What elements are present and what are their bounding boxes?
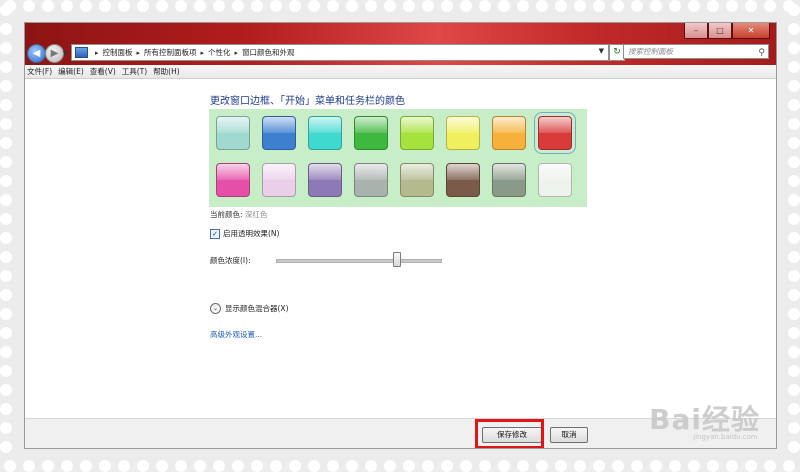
color-palette bbox=[209, 109, 587, 207]
current-color-value: 深红色 bbox=[244, 210, 268, 219]
breadcrumb-item[interactable]: 个性化 bbox=[208, 47, 231, 58]
color-swatch[interactable] bbox=[354, 163, 388, 197]
baidu-watermark: Bai经验 jingyan.baidu.com bbox=[649, 398, 760, 441]
minimize-button[interactable]: – bbox=[684, 23, 708, 39]
recent-pages-chevron-icon[interactable]: ▼ bbox=[63, 50, 68, 57]
intensity-slider-track[interactable] bbox=[276, 259, 442, 263]
color-swatch[interactable] bbox=[400, 116, 434, 150]
color-swatch[interactable] bbox=[538, 163, 572, 197]
breadcrumb-separator-icon: ▸ bbox=[234, 48, 239, 57]
color-intensity-row: 颜色浓度(I): bbox=[210, 252, 470, 268]
menu-edit[interactable]: 编辑(E) bbox=[56, 65, 88, 78]
menu-file[interactable]: 文件(F) bbox=[25, 65, 56, 78]
chevron-down-icon[interactable]: ⌄ bbox=[210, 303, 221, 314]
color-swatch[interactable] bbox=[308, 163, 342, 197]
close-button[interactable]: ✕ bbox=[732, 23, 770, 39]
address-bar[interactable]: ▸ 控制面板 ▸ 所有控制面板项 ▸ 个性化 ▸ 窗口颜色和外观 ▼ bbox=[71, 44, 609, 61]
color-mixer-toggle[interactable]: ⌄ 显示颜色混合器(X) bbox=[210, 303, 289, 314]
window-controls: – □ ✕ bbox=[684, 23, 770, 39]
breadcrumb-item[interactable]: 控制面板 bbox=[103, 47, 133, 58]
back-arrow-icon[interactable]: ◀ bbox=[27, 44, 46, 63]
intensity-label: 颜色浓度(I): bbox=[210, 256, 251, 265]
color-swatch[interactable] bbox=[492, 116, 526, 150]
search-icon[interactable]: ⚲ bbox=[758, 46, 765, 60]
current-color-label: 当前颜色: bbox=[210, 210, 243, 219]
color-mixer-label: 显示颜色混合器(X) bbox=[225, 304, 289, 313]
menu-tools[interactable]: 工具(T) bbox=[120, 65, 151, 78]
color-swatch[interactable] bbox=[216, 116, 250, 150]
highlight-box bbox=[475, 419, 544, 448]
color-swatch[interactable] bbox=[534, 112, 576, 154]
advanced-appearance-link[interactable]: 高级外观设置... bbox=[210, 329, 262, 340]
color-swatch[interactable] bbox=[492, 163, 526, 197]
address-dropdown-icon[interactable]: ▼ bbox=[599, 47, 604, 55]
menu-bar: 文件(F) 编辑(E) 查看(V) 工具(T) 帮助(H) bbox=[25, 65, 776, 79]
color-swatch[interactable] bbox=[216, 163, 250, 197]
color-swatch[interactable] bbox=[354, 116, 388, 150]
control-panel-icon bbox=[75, 47, 88, 58]
navigation-bar: ◀ ▶ ▼ ▸ 控制面板 ▸ 所有控制面板项 ▸ 个性化 ▸ 窗口颜色和外观 ▼… bbox=[25, 42, 776, 63]
watermark-url: jingyan.baidu.com bbox=[693, 433, 758, 441]
watermark-brand: Bai经验 bbox=[649, 403, 760, 436]
cancel-button[interactable]: 取消 bbox=[550, 427, 588, 443]
color-swatch[interactable] bbox=[400, 163, 434, 197]
content-pane: 更改窗口边框、「开始」菜单和任务栏的颜色 当前颜色: 深红色 ✓ 启用透明效果(… bbox=[25, 79, 776, 418]
transparency-option[interactable]: ✓ 启用透明效果(N) bbox=[210, 228, 279, 239]
transparency-checkbox[interactable]: ✓ bbox=[210, 228, 220, 239]
menu-help[interactable]: 帮助(H) bbox=[151, 65, 184, 78]
color-swatch[interactable] bbox=[262, 163, 296, 197]
breadcrumb-separator-icon: ▸ bbox=[95, 48, 99, 57]
current-color: 当前颜色: 深红色 bbox=[210, 209, 267, 220]
breadcrumb-separator-icon: ▸ bbox=[136, 48, 141, 57]
menu-view[interactable]: 查看(V) bbox=[88, 65, 120, 78]
title-bar: – □ ✕ ◀ ▶ ▼ ▸ 控制面板 ▸ 所有控制面板项 ▸ 个性化 ▸ 窗口颜… bbox=[25, 23, 776, 65]
search-input[interactable]: 搜索控制面板 ⚲ bbox=[623, 44, 769, 59]
breadcrumb-item[interactable]: 所有控制面板项 bbox=[144, 47, 197, 58]
color-swatch[interactable] bbox=[446, 163, 480, 197]
transparency-label: 启用透明效果(N) bbox=[223, 229, 280, 238]
breadcrumb-item[interactable]: 窗口颜色和外观 bbox=[242, 47, 295, 58]
intensity-slider-thumb[interactable] bbox=[392, 252, 401, 267]
control-panel-window: – □ ✕ ◀ ▶ ▼ ▸ 控制面板 ▸ 所有控制面板项 ▸ 个性化 ▸ 窗口颜… bbox=[24, 22, 777, 449]
page-title: 更改窗口边框、「开始」菜单和任务栏的颜色 bbox=[210, 96, 405, 107]
color-swatch[interactable] bbox=[308, 116, 342, 150]
breadcrumb-separator-icon: ▸ bbox=[200, 48, 205, 57]
color-swatch[interactable] bbox=[262, 116, 296, 150]
color-swatch[interactable] bbox=[446, 116, 480, 150]
maximize-button[interactable]: □ bbox=[708, 23, 732, 39]
search-placeholder: 搜索控制面板 bbox=[628, 47, 673, 56]
forward-arrow-icon[interactable]: ▶ bbox=[45, 44, 64, 63]
